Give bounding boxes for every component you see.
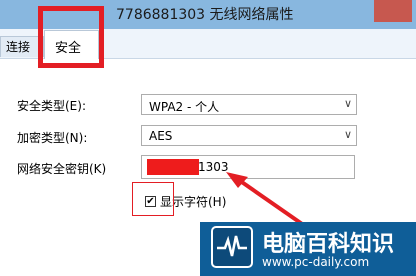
watermark-title: 电脑百科知识 (262, 232, 395, 257)
monitor-pulse-icon (211, 226, 253, 268)
watermark-url: www.pc-daily.com (262, 255, 370, 269)
